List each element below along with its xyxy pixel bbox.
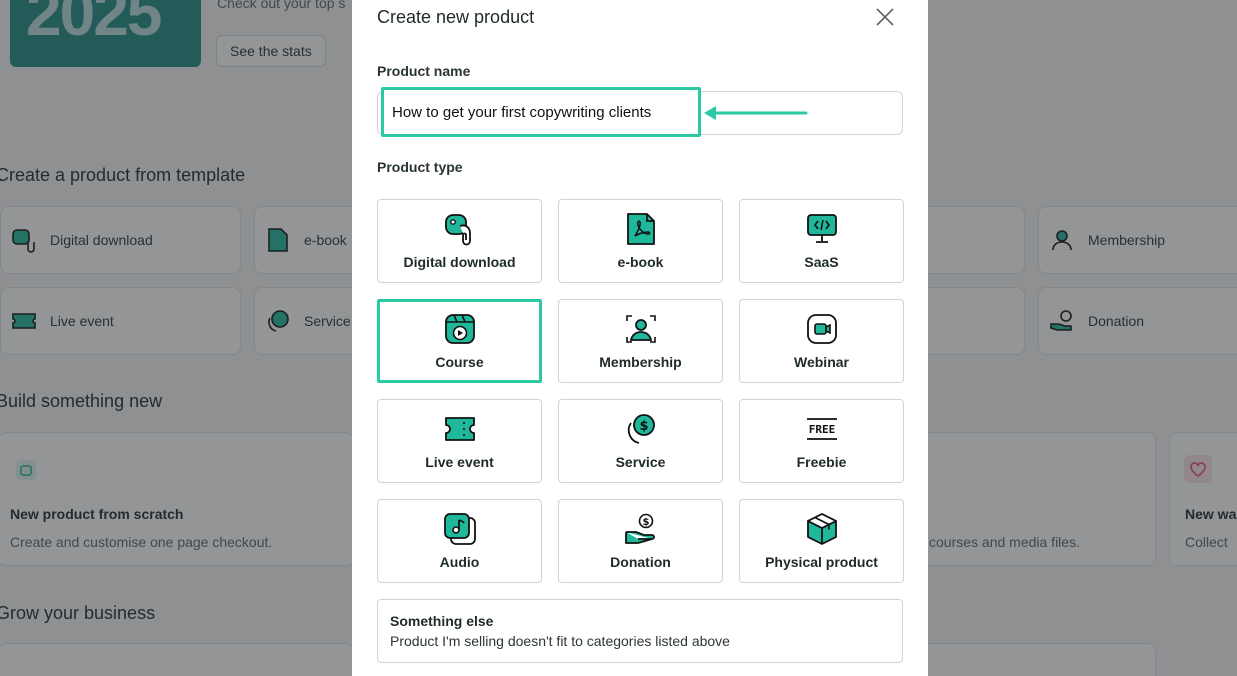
- close-button[interactable]: [870, 4, 900, 34]
- type-card-webinar[interactable]: Webinar: [739, 299, 904, 383]
- type-card-digital-download[interactable]: Digital download: [377, 199, 542, 283]
- product-type-label: Product type: [377, 159, 463, 175]
- product-type-grid: Digital download e-book SaaS Course Memb…: [377, 199, 904, 583]
- digital-download-icon: [443, 212, 477, 246]
- something-else-option[interactable]: Something else Product I'm selling doesn…: [377, 599, 903, 663]
- product-name-highlight[interactable]: How to get your first copywriting client…: [381, 87, 701, 137]
- type-card-course[interactable]: Course: [377, 299, 542, 383]
- type-card-saas[interactable]: SaaS: [739, 199, 904, 283]
- close-icon: [875, 7, 895, 32]
- type-card-freebie[interactable]: FREE Freebie: [739, 399, 904, 483]
- type-label: e-book: [617, 254, 664, 270]
- type-card-service[interactable]: $ Service: [558, 399, 723, 483]
- type-card-audio[interactable]: Audio: [377, 499, 542, 583]
- type-label: Service: [615, 454, 666, 470]
- type-label: Freebie: [796, 454, 847, 470]
- live-event-icon: [443, 412, 477, 446]
- type-card-membership[interactable]: Membership: [558, 299, 723, 383]
- saas-icon: [805, 212, 839, 246]
- something-else-description: Product I'm selling doesn't fit to categ…: [390, 633, 730, 649]
- type-card-physical-product[interactable]: Physical product: [739, 499, 904, 583]
- product-name-label: Product name: [377, 63, 471, 79]
- svg-text:$: $: [642, 517, 649, 528]
- type-card-live-event[interactable]: Live event: [377, 399, 542, 483]
- membership-icon: [624, 312, 658, 346]
- svg-text:FREE: FREE: [808, 423, 835, 436]
- type-card-ebook[interactable]: e-book: [558, 199, 723, 283]
- type-label: Physical product: [765, 554, 878, 570]
- freebie-icon: FREE: [805, 412, 839, 446]
- webinar-icon: [805, 312, 839, 346]
- type-label: Membership: [599, 354, 682, 370]
- physical-product-icon: [805, 512, 839, 546]
- donation-icon: $: [624, 512, 658, 546]
- type-label: Course: [435, 354, 484, 370]
- create-product-modal: Create new product Product name How to g…: [352, 0, 928, 676]
- product-name-value: How to get your first copywriting client…: [392, 103, 652, 121]
- type-card-donation[interactable]: $ Donation: [558, 499, 723, 583]
- svg-text:$: $: [639, 419, 648, 434]
- course-icon: [443, 312, 477, 346]
- arrow-annotation-icon: [704, 106, 808, 120]
- service-icon: $: [624, 412, 658, 446]
- type-label: Webinar: [794, 354, 849, 370]
- ebook-icon: [624, 212, 658, 246]
- type-label: Live event: [425, 454, 494, 470]
- modal-title: Create new product: [377, 7, 535, 27]
- type-label: SaaS: [804, 254, 839, 270]
- type-label: Digital download: [403, 254, 516, 270]
- type-label: Donation: [610, 554, 671, 570]
- type-label: Audio: [439, 554, 480, 570]
- something-else-title: Something else: [390, 613, 494, 629]
- audio-icon: [443, 512, 477, 546]
